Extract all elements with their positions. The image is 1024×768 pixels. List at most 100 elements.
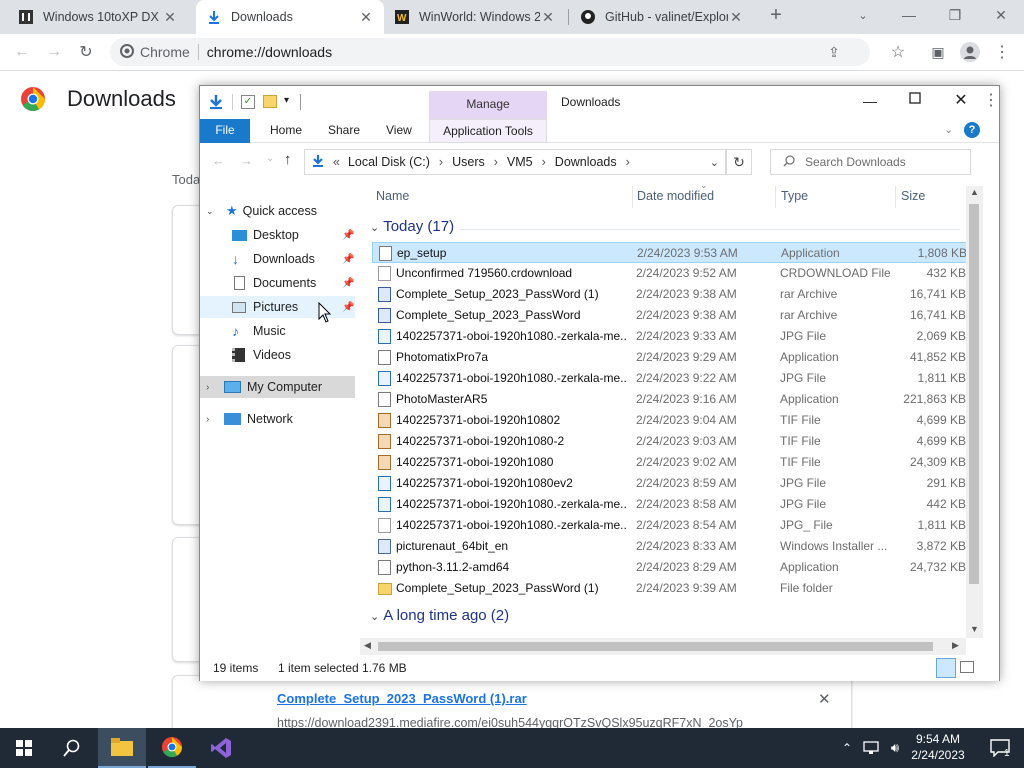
explorer-forward-button[interactable]: → <box>240 153 253 168</box>
column-divider[interactable] <box>775 186 776 208</box>
explorer-minimize-button[interactable]: — <box>855 90 885 114</box>
refresh-icon[interactable]: ↻ <box>726 149 752 175</box>
up-level-button[interactable]: ↑ <box>284 151 292 168</box>
scrollbar-thumb[interactable] <box>378 642 933 651</box>
close-window-button[interactable]: ✕ <box>978 0 1024 30</box>
file-row[interactable]: 1402257371-oboi-1920h1080.-zerkala-me...… <box>372 326 967 347</box>
profile-avatar[interactable] <box>956 38 984 66</box>
omnibox[interactable]: Chrome chrome://downloads <box>110 38 870 66</box>
file-row[interactable]: 1402257371-oboi-1920h1080ev2 2/24/2023 8:… <box>372 473 967 494</box>
network-tray-icon[interactable] <box>860 728 882 768</box>
qat-dropdown-icon[interactable]: ▾ <box>284 95 289 106</box>
nav-network[interactable]: › Network <box>206 408 293 430</box>
explorer-back-button[interactable]: ← <box>212 153 225 168</box>
explorer-close-button[interactable]: ✕ <box>946 90 976 114</box>
breadcrumb-local-disk[interactable]: Local Disk (C:) <box>348 155 430 169</box>
scroll-right-icon[interactable]: ▶ <box>952 640 959 651</box>
breadcrumb-chevron-icon[interactable]: › <box>439 155 443 169</box>
vertical-scrollbar[interactable]: ▲ ▼ <box>966 186 983 638</box>
pin-icon[interactable]: 📌 <box>342 302 354 313</box>
breadcrumb-overflow-icon[interactable]: « <box>333 155 340 169</box>
column-type[interactable]: Type <box>781 189 808 203</box>
properties-icon[interactable]: ✓ <box>241 95 255 109</box>
restore-button[interactable]: ❐ <box>932 0 978 30</box>
bookmark-star-icon[interactable]: ☆ <box>884 38 912 66</box>
file-row[interactable]: 1402257371-oboi-1920h1080.-zerkala-me...… <box>372 368 967 389</box>
file-row[interactable]: python-3.11.2-amd64 2/24/2023 8:29 AM Appl… <box>372 557 967 578</box>
ribbon-tab-application-tools[interactable]: Application Tools <box>429 119 547 143</box>
collapse-arrow-icon[interactable]: › <box>206 414 218 425</box>
file-row[interactable]: Complete_Setup_2023_PassWord (1) 2/24/202… <box>372 578 967 599</box>
file-row[interactable]: PhotomatixPro7a 2/24/2023 9:29 AM Applicat… <box>372 347 967 368</box>
pin-icon[interactable]: 📌 <box>342 254 354 265</box>
visual-studio-taskbar-icon[interactable] <box>197 728 245 768</box>
address-dropdown-icon[interactable]: ⌄ <box>710 156 719 169</box>
clock[interactable]: 9:54 AM 2/24/2023 <box>906 731 970 763</box>
file-row[interactable]: 1402257371-oboi-1920h1080-2 2/24/2023 9:0… <box>372 431 967 452</box>
scroll-up-icon[interactable]: ▲ <box>970 187 979 197</box>
column-divider[interactable] <box>632 186 633 208</box>
tab-windows10toxp[interactable]: Windows 10toXP DX : M ✕ <box>8 0 188 34</box>
horizontal-scrollbar[interactable]: ◀ ▶ <box>360 638 966 655</box>
column-divider[interactable] <box>895 186 896 208</box>
remove-download-icon[interactable]: ✕ <box>818 690 831 708</box>
minimize-button[interactable]: — <box>886 0 932 30</box>
volume-icon[interactable]: 🔊︎ <box>884 728 906 768</box>
forward-button[interactable]: → <box>40 38 68 66</box>
file-row[interactable]: 1402257371-oboi-1920h1080.-zerkala-me...… <box>372 515 967 536</box>
details-view-icon[interactable] <box>936 658 956 678</box>
help-icon[interactable]: ? <box>964 122 980 138</box>
search-icon[interactable] <box>48 728 96 768</box>
column-size[interactable]: Size <box>901 189 925 203</box>
nav-item-music[interactable]: ♪ Music <box>232 320 286 342</box>
search-box[interactable]: Search Downloads <box>770 149 971 175</box>
expand-arrow-icon[interactable]: ⌄ <box>206 206 218 217</box>
close-tab-icon[interactable]: ✕ <box>358 9 374 26</box>
file-row[interactable]: 1402257371-oboi-1920h10802 2/24/2023 9:04… <box>372 410 967 431</box>
column-name[interactable]: Name <box>376 189 409 203</box>
ribbon-tab-file[interactable]: File <box>200 119 250 143</box>
scroll-down-icon[interactable]: ▼ <box>970 624 979 634</box>
close-tab-icon[interactable]: ✕ <box>728 9 744 26</box>
nav-item-downloads[interactable]: ↓ Downloads <box>232 248 315 270</box>
large-icons-view-icon[interactable] <box>960 661 974 673</box>
nav-quick-access[interactable]: ⌄ ★ Quick access <box>206 200 317 222</box>
group-collapse-icon[interactable]: ⌄ <box>370 222 379 234</box>
group-header-today[interactable]: ⌄ Today (17) <box>370 218 454 235</box>
nav-item-documents[interactable]: Documents <box>232 272 316 294</box>
breadcrumb-downloads[interactable]: Downloads <box>555 155 617 169</box>
close-tab-icon[interactable]: ✕ <box>162 9 178 26</box>
back-button[interactable]: ← <box>8 38 36 66</box>
file-row[interactable]: Unconfirmed 719560.crdownload 2/24/2023 9… <box>372 263 967 284</box>
side-panel-icon[interactable]: ▣ <box>924 38 952 66</box>
file-row[interactable]: Complete_Setup_2023_PassWord 2/24/2023 9:… <box>372 305 967 326</box>
pin-icon[interactable]: 📌 <box>342 230 354 241</box>
tab-downloads[interactable]: Downloads ✕ <box>196 0 384 34</box>
file-row[interactable]: 1402257371-oboi-1920h1080 2/24/2023 9:02 … <box>372 452 967 473</box>
new-folder-icon[interactable] <box>263 95 277 108</box>
tab-winworld[interactable]: W WinWorld: Windows 20 ✕ <box>384 0 566 34</box>
column-date-modified[interactable]: Date modified <box>637 189 714 203</box>
nav-item-videos[interactable]: Videos <box>232 344 291 366</box>
file-row[interactable]: picturenaut_64bit_en 2/24/2023 8:33 AM Win… <box>372 536 967 557</box>
chrome-menu-icon[interactable]: ⋮ <box>983 90 999 110</box>
group-collapse-icon[interactable]: ⌄ <box>370 611 379 623</box>
ribbon-expand-icon[interactable]: ⌄ <box>944 123 953 136</box>
nav-item-desktop[interactable]: Desktop <box>232 224 299 246</box>
new-tab-button[interactable]: + <box>758 0 794 30</box>
notification-center-icon[interactable]: 1 <box>976 728 1024 768</box>
breadcrumb-chevron-icon[interactable]: › <box>494 155 498 169</box>
tab-github[interactable]: GitHub - valinet/Explor ✕ <box>570 0 754 34</box>
breadcrumb-chevron-icon[interactable]: › <box>542 155 546 169</box>
scroll-left-icon[interactable]: ◀ <box>364 640 371 651</box>
chrome-menu-icon[interactable]: ⋮ <box>988 38 1016 66</box>
recent-locations-icon[interactable]: ⌄ <box>266 153 274 164</box>
show-hidden-icons-icon[interactable]: ⌃ <box>836 728 858 768</box>
pin-icon[interactable]: 📌 <box>342 278 354 289</box>
ribbon-tab-share[interactable]: Share <box>322 119 366 143</box>
scrollbar-thumb[interactable] <box>969 204 979 584</box>
share-icon[interactable]: ⇪ <box>820 38 848 66</box>
download-filename-link[interactable]: Complete_Setup_2023_PassWord (1).rar <box>277 691 527 706</box>
tab-search-icon[interactable]: ⌄ <box>840 0 886 30</box>
manage-contextual-tab[interactable]: Manage <box>429 91 547 119</box>
